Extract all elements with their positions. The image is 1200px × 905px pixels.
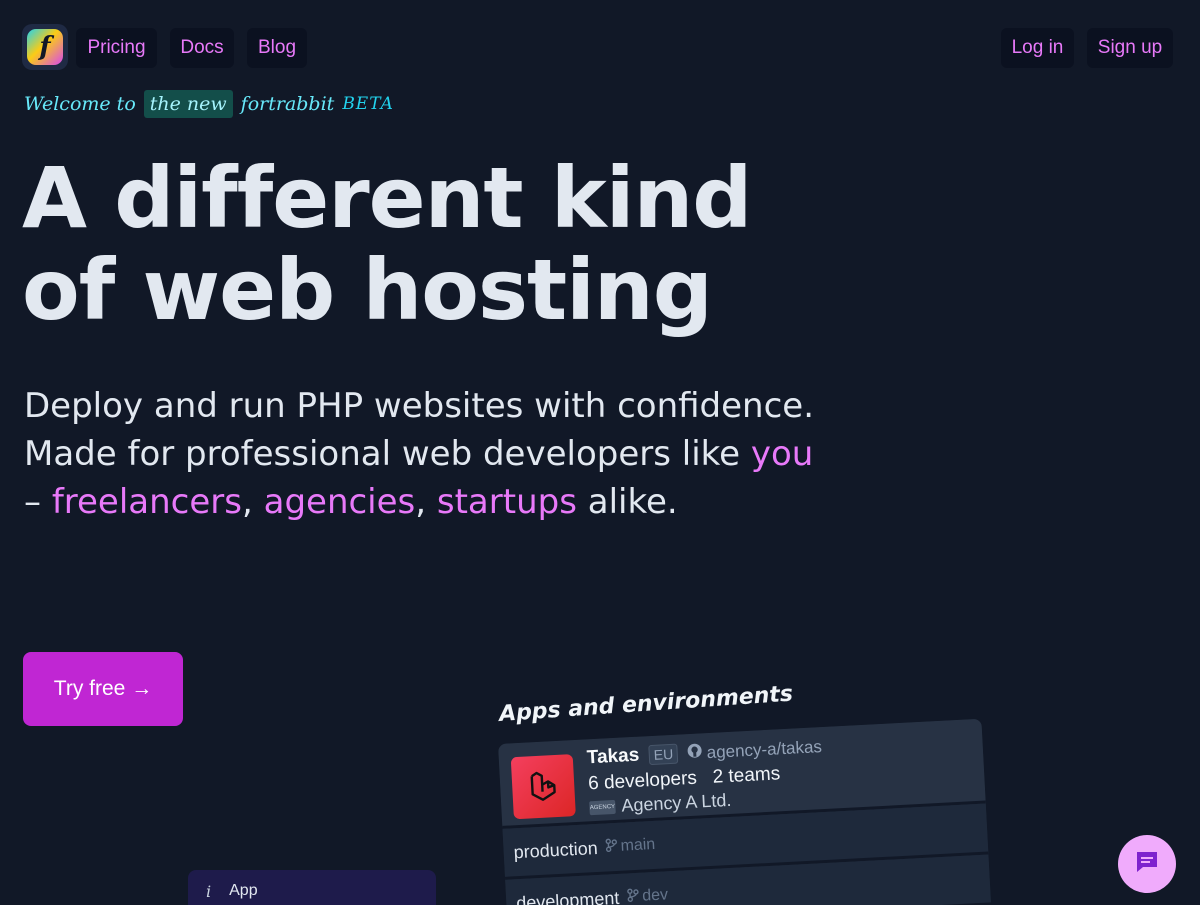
- subtitle-freelancers: freelancers: [51, 482, 242, 522]
- apps-panel-title: Apps and environments: [498, 681, 794, 727]
- subtitle-comma: ,: [241, 482, 264, 522]
- app-pill[interactable]: i App: [188, 870, 436, 905]
- nav-docs-link[interactable]: Docs: [170, 28, 234, 68]
- subtitle-end: alike.: [576, 482, 678, 522]
- app-stats: 6 developers 2 teams: [588, 763, 781, 795]
- region-badge: EU: [648, 743, 679, 766]
- agency-name: Agency A Ltd.: [620, 789, 732, 816]
- signup-button[interactable]: Sign up: [1087, 28, 1173, 68]
- github-icon: [686, 742, 703, 764]
- beta-badge: BETA: [342, 94, 394, 114]
- apps-card: Takas EU agency-a/takas 6 developers 2 t…: [498, 718, 992, 905]
- nav-blog-link[interactable]: Blog: [247, 28, 307, 68]
- branch-label: dev: [627, 886, 669, 905]
- chat-icon: [1134, 849, 1160, 880]
- git-branch-icon: [605, 837, 618, 857]
- login-button[interactable]: Log in: [1001, 28, 1074, 68]
- welcome-highlight: the new: [143, 90, 233, 118]
- branch-name: dev: [641, 886, 669, 905]
- try-free-button[interactable]: Try free →: [23, 652, 183, 726]
- welcome-brand: fortrabbit: [240, 93, 335, 115]
- developers-count: 6 developers: [587, 767, 698, 795]
- nav-pricing-link[interactable]: Pricing: [76, 28, 157, 68]
- welcome-tagline: Welcome to the new fortrabbit BETA: [24, 86, 394, 122]
- subtitle-dash: –: [24, 482, 52, 522]
- laravel-icon: [510, 754, 576, 820]
- branch-name: main: [620, 835, 656, 855]
- branch-label: main: [605, 835, 656, 857]
- welcome-prefix: Welcome to: [24, 93, 136, 115]
- hero-subtitle: Deploy and run PHP websites with confide…: [24, 382, 824, 526]
- fortrabbit-logo[interactable]: f: [22, 24, 68, 70]
- subtitle-comma: ,: [415, 482, 437, 522]
- page: f Pricing Docs Blog Log in Sign up Welco…: [0, 0, 1200, 905]
- subtitle-startups: startups: [436, 482, 577, 522]
- repo-name: agency-a/takas: [706, 736, 823, 762]
- environment-name: production: [513, 837, 599, 862]
- hero-title-line-2: of web hosting: [22, 241, 713, 339]
- repo-link[interactable]: agency-a/takas: [686, 736, 822, 764]
- git-branch-icon: [627, 887, 640, 905]
- app-pill-label: App: [229, 882, 258, 899]
- app-name: Takas: [586, 744, 640, 769]
- agency-logo-icon: AGENCY: [589, 799, 616, 815]
- environment-name: development: [515, 887, 620, 905]
- hero-title-line-1: A different kind: [22, 149, 752, 247]
- hero-title: A different kind of web hosting: [22, 152, 822, 336]
- logo-icon: f: [27, 29, 63, 65]
- chat-button[interactable]: [1118, 835, 1176, 893]
- subtitle-text: Deploy and run PHP websites with confide…: [24, 386, 815, 474]
- teams-count: 2 teams: [712, 763, 781, 788]
- subtitle-you: you: [750, 434, 814, 474]
- subtitle-agencies: agencies: [263, 482, 416, 522]
- info-icon: i: [206, 882, 212, 901]
